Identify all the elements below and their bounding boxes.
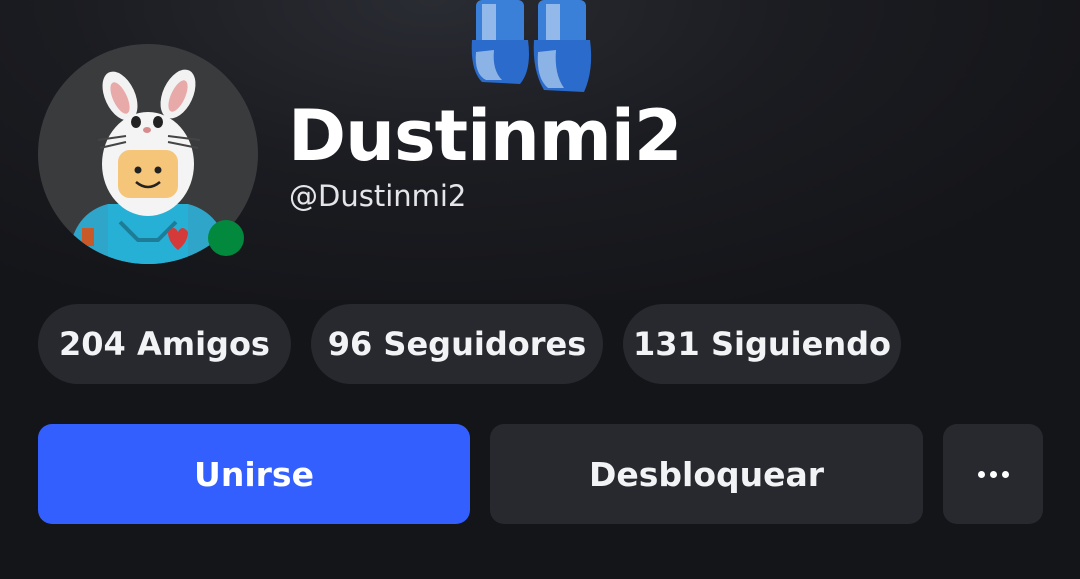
more-options-button[interactable] <box>943 424 1043 524</box>
avatar-legs-illustration <box>471 0 592 92</box>
unblock-button[interactable]: Desbloquear <box>490 424 923 524</box>
following-count-button[interactable]: 131 Siguiendo <box>623 304 901 384</box>
friends-count-button[interactable]: 204 Amigos <box>38 304 291 384</box>
followers-count-button[interactable]: 96 Seguidores <box>311 304 603 384</box>
username: @Dustinmi2 <box>289 179 467 213</box>
online-status-indicator <box>208 220 244 256</box>
display-name: Dustinmi2 <box>288 95 683 177</box>
ellipsis-icon <box>977 470 1009 478</box>
join-button[interactable]: Unirse <box>38 424 470 524</box>
avatar-container[interactable] <box>38 44 258 264</box>
